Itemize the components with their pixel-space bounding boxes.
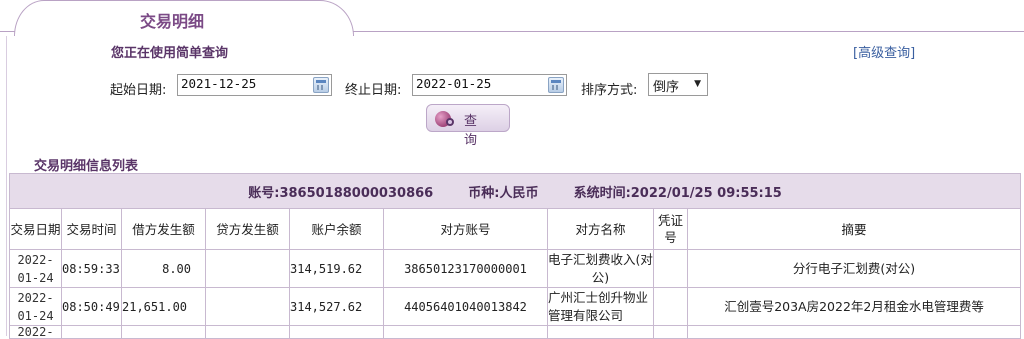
cell-date: 2022-01-24 xyxy=(9,249,62,288)
col-header: 账户余额 xyxy=(289,208,384,250)
dropdown-arrow-icon: ▼ xyxy=(694,79,701,89)
cell-balance xyxy=(289,325,384,339)
col-header: 对方名称 xyxy=(547,208,654,250)
col-header: 交易时间 xyxy=(61,208,122,250)
cell-credit xyxy=(205,287,290,326)
sort-order-value: 倒序 xyxy=(653,80,680,95)
tab-transaction-detail[interactable]: 交易明细 xyxy=(14,0,354,38)
system-time-value: 2022/01/25 09:55:15 xyxy=(630,185,782,201)
advanced-query-link[interactable]: [高级查询] xyxy=(853,42,915,61)
cell-summary: 分行电子汇划费(对公) xyxy=(686,249,1022,288)
end-date-input[interactable]: 2022-01-25 xyxy=(412,74,567,96)
cell-summary xyxy=(686,325,1022,339)
table-row[interactable]: 2022-01-24 08:59:33 8.00 314,519.62 3865… xyxy=(9,249,1022,288)
table-row[interactable]: 2022- xyxy=(9,325,1022,339)
system-time-label: 系统时间: xyxy=(573,185,631,201)
left-border xyxy=(6,36,7,336)
account-label: 账号: xyxy=(248,185,280,201)
list-title: 交易明细信息列表 xyxy=(34,159,139,174)
start-date-input[interactable]: 2021-12-25 xyxy=(177,74,332,96)
cell-time: 08:59:33 xyxy=(61,249,122,288)
currency-value: 人民币 xyxy=(499,185,539,201)
start-date-label: 起始日期: xyxy=(110,83,167,98)
col-header: 交易日期 xyxy=(9,208,62,250)
cell-debit: 21,651.00 xyxy=(121,287,206,326)
query-button-label: 查 询 xyxy=(464,114,484,148)
tab-strip: 交易明细 xyxy=(0,0,1024,38)
sort-order-select[interactable]: 倒序 ▼ xyxy=(648,73,708,96)
cell-time: 08:50:49 xyxy=(61,287,122,326)
cell-voucher xyxy=(653,325,688,339)
tab-label: 交易明细 xyxy=(140,12,205,31)
account-info-bar: 账号:38650188000030866 币种:人民币 系统时间:2022/01… xyxy=(8,173,1022,209)
table-header: 交易日期 交易时间 借方发生额 贷方发生额 账户余额 对方账号 对方名称 凭证号… xyxy=(9,208,1022,250)
cell-voucher xyxy=(653,249,688,288)
cell-counter-account xyxy=(383,325,548,339)
cell-balance: 314,527.62 xyxy=(289,287,384,326)
col-header: 凭证号 xyxy=(653,208,688,250)
calendar-icon[interactable] xyxy=(548,77,564,93)
cell-debit xyxy=(121,325,206,339)
currency-label: 币种: xyxy=(468,185,500,201)
cell-counter-account: 38650123170000001 xyxy=(383,249,548,288)
col-header: 对方账号 xyxy=(383,208,548,250)
cell-date: 2022-01-24 xyxy=(9,287,62,326)
cell-counter-account: 44056401040013842 xyxy=(383,287,548,326)
cell-balance: 314,519.62 xyxy=(289,249,384,288)
query-button[interactable]: 查 询 xyxy=(426,104,510,148)
col-header: 贷方发生额 xyxy=(205,208,290,250)
cell-counter-name xyxy=(547,325,654,339)
transaction-table: 账号:38650188000030866 币种:人民币 系统时间:2022/01… xyxy=(8,173,1022,339)
cell-credit xyxy=(205,249,290,288)
cell-counter-name: 电子汇划费收入(对公) xyxy=(547,249,654,288)
account-value: 38650188000030866 xyxy=(279,185,434,201)
cell-credit xyxy=(205,325,290,339)
cell-voucher xyxy=(653,287,688,326)
query-mode-text: 您正在使用简单查询 xyxy=(111,46,229,61)
cell-time xyxy=(61,325,122,339)
col-header: 摘要 xyxy=(686,208,1022,250)
table-row[interactable]: 2022-01-24 08:50:49 21,651.00 314,527.62… xyxy=(9,287,1022,326)
end-date-label: 终止日期: xyxy=(345,83,402,98)
sort-label: 排序方式: xyxy=(581,83,638,98)
cell-date: 2022- xyxy=(9,325,62,339)
cell-counter-name: 广州汇士创升物业管理有限公司 xyxy=(547,287,654,326)
magnifier-icon xyxy=(446,118,454,126)
cell-summary: 汇创壹号203A房2022年2月租金水电管理费等 xyxy=(686,287,1022,326)
calendar-icon[interactable] xyxy=(313,77,329,93)
cell-debit: 8.00 xyxy=(121,249,206,288)
col-header: 借方发生额 xyxy=(121,208,206,250)
